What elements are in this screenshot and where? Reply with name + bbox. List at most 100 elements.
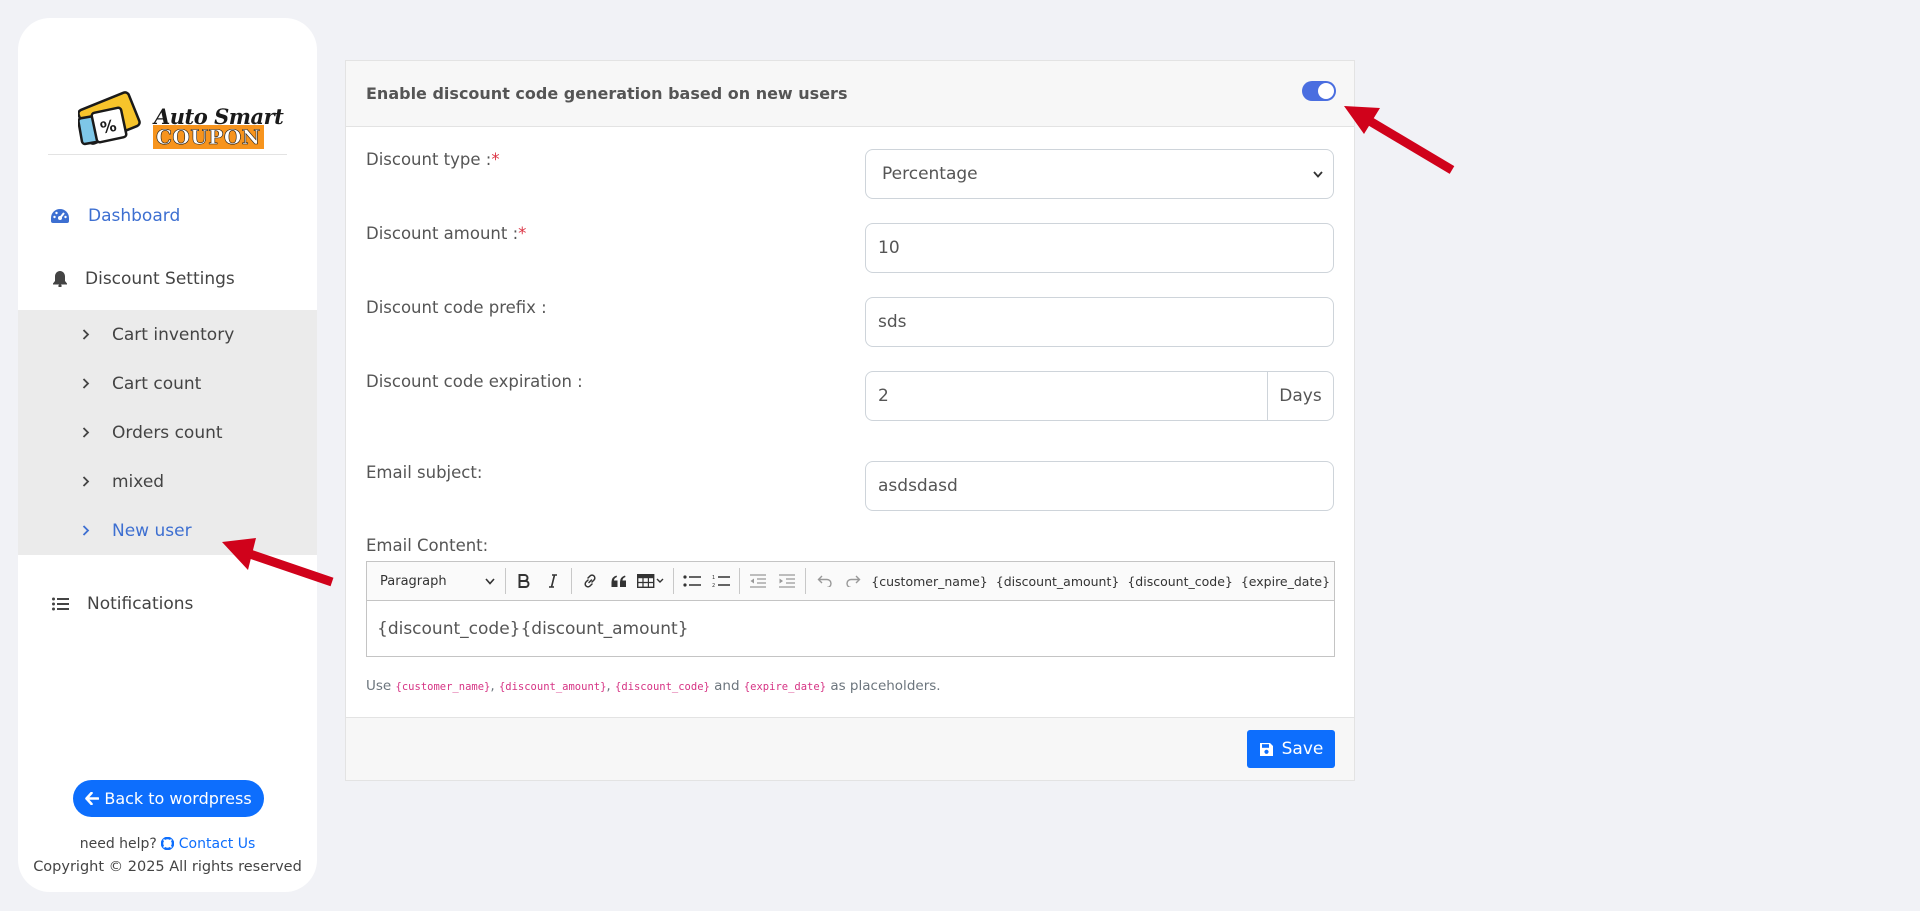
- sidebar-item-label: New user: [112, 520, 192, 541]
- indent-icon[interactable]: [773, 566, 802, 596]
- contact-us-link[interactable]: Contact Us: [161, 836, 255, 852]
- placeholder-help-text: Use {customer_name}, {discount_amount}, …: [366, 678, 941, 694]
- label-text: Discount type :: [366, 150, 492, 169]
- insert-discount-amount-button[interactable]: {discount_amount}: [992, 574, 1124, 589]
- chevron-right-icon: [82, 329, 94, 340]
- sidebar-item-label: Discount Settings: [85, 269, 235, 289]
- sidebar-item-cart-count[interactable]: Cart count: [18, 359, 317, 408]
- help-and: and: [714, 678, 740, 694]
- sidebar-item-dashboard[interactable]: Dashboard: [18, 193, 317, 239]
- label-text: Discount amount :: [366, 224, 519, 243]
- editor-toolbar: Paragraph 12 {customer_name} {discount_a…: [367, 562, 1334, 601]
- logo-text-bottom: COUPON: [153, 125, 264, 149]
- heading-value: Paragraph: [380, 573, 447, 589]
- insert-expire-date-button[interactable]: {expire_date}: [1237, 574, 1334, 589]
- days-addon: Days: [1268, 372, 1333, 420]
- card-header: Enable discount code generation based on…: [346, 61, 1354, 127]
- help-prefix: need help?: [79, 836, 157, 852]
- help-separator: ,: [490, 678, 495, 694]
- logo-divider: [48, 154, 287, 155]
- discount-settings-submenu: Cart inventory Cart count Orders count m…: [18, 310, 317, 555]
- numbered-list-icon[interactable]: 12: [707, 566, 736, 596]
- chevron-down-icon: [1313, 170, 1323, 178]
- sidebar-item-cart-inventory[interactable]: Cart inventory: [18, 310, 317, 359]
- blockquote-icon[interactable]: [605, 566, 634, 596]
- undo-icon[interactable]: [810, 566, 839, 596]
- link-icon[interactable]: [576, 566, 605, 596]
- expiration-input[interactable]: 2: [866, 372, 1268, 420]
- card-title: Enable discount code generation based on…: [366, 84, 848, 103]
- editor-content-area[interactable]: {discount_code}{discount_amount}: [367, 601, 1334, 656]
- bell-icon: [50, 269, 70, 289]
- discount-type-label: Discount type :*: [366, 150, 500, 169]
- support-icon: [161, 836, 175, 854]
- enable-toggle[interactable]: [1302, 81, 1336, 101]
- sidebar-item-label: Notifications: [87, 594, 194, 614]
- code-prefix-label: Discount code prefix :: [366, 298, 547, 317]
- brand-logo[interactable]: % Auto Smart COUPON: [78, 82, 284, 162]
- chevron-right-icon: [82, 476, 94, 487]
- discount-amount-input[interactable]: 10: [865, 223, 1334, 273]
- insert-customer-name-button[interactable]: {customer_name}: [867, 574, 991, 589]
- editor-text: {discount_code}{discount_amount}: [377, 618, 689, 639]
- chevron-right-icon: [82, 525, 94, 536]
- expiration-label: Discount code expiration :: [366, 372, 583, 391]
- coupon-logo-icon: %: [78, 91, 141, 146]
- sidebar-item-notifications[interactable]: Notifications: [18, 581, 317, 627]
- new-user-discount-card: Enable discount code generation based on…: [345, 60, 1355, 781]
- toolbar-separator: [739, 568, 741, 594]
- sidebar-item-label: Cart inventory: [112, 324, 235, 345]
- list-icon: [50, 594, 70, 614]
- required-marker: *: [518, 224, 527, 243]
- discount-amount-label: Discount amount :*: [366, 224, 526, 243]
- code-customer-name: {customer_name}: [395, 681, 491, 693]
- sidebar-item-orders-count[interactable]: Orders count: [18, 408, 317, 457]
- email-subject-input[interactable]: asdsdasd: [865, 461, 1334, 511]
- bulleted-list-icon[interactable]: [678, 566, 707, 596]
- contact-us-label: Contact Us: [178, 836, 256, 852]
- toolbar-separator: [505, 568, 507, 594]
- sidebar-item-label: Orders count: [112, 422, 223, 443]
- redo-icon[interactable]: [839, 566, 868, 596]
- arrow-left-icon: [85, 792, 100, 805]
- card-footer: Save: [346, 717, 1354, 780]
- save-label: Save: [1281, 739, 1324, 759]
- sidebar-item-discount-settings[interactable]: Discount Settings: [18, 256, 317, 302]
- chevron-right-icon: [82, 427, 94, 438]
- italic-icon[interactable]: [539, 566, 568, 596]
- chevron-right-icon: [82, 378, 94, 389]
- input-value: sds: [878, 312, 907, 332]
- code-prefix-input[interactable]: sds: [865, 297, 1334, 347]
- discount-type-select[interactable]: Percentage: [865, 149, 1334, 199]
- chevron-down-icon: [485, 577, 495, 585]
- outdent-icon[interactable]: [744, 566, 773, 596]
- required-marker: *: [491, 150, 500, 169]
- sidebar-item-label: mixed: [112, 471, 165, 492]
- svg-text:2: 2: [712, 583, 715, 588]
- sidebar-item-label: Cart count: [112, 373, 202, 394]
- save-button[interactable]: Save: [1247, 730, 1335, 768]
- sidebar-item-label: Dashboard: [88, 206, 181, 226]
- input-value: 10: [878, 238, 900, 258]
- code-discount-code: {discount_code}: [615, 681, 710, 693]
- annotation-arrow-toggle: [1344, 106, 1455, 174]
- toggle-knob: [1318, 83, 1334, 99]
- tachometer-icon: [50, 206, 70, 226]
- email-content-label: Email Content:: [366, 536, 489, 555]
- toolbar-separator: [571, 568, 573, 594]
- email-content-editor: Paragraph 12 {customer_name} {discount_a…: [366, 561, 1335, 657]
- help-separator: ,: [606, 678, 611, 694]
- bold-icon[interactable]: [510, 566, 539, 596]
- table-icon[interactable]: [633, 566, 669, 596]
- copyright-text: Copyright © 2025 All rights reserved: [33, 859, 302, 875]
- code-discount-amount: {discount_amount}: [498, 681, 607, 693]
- heading-dropdown[interactable]: Paragraph: [367, 562, 501, 600]
- insert-discount-code-button[interactable]: {discount_code}: [1123, 574, 1237, 589]
- code-expire-date: {expire_date}: [743, 681, 827, 693]
- input-value: asdsdasd: [878, 476, 958, 496]
- sidebar-item-new-user[interactable]: New user: [18, 506, 317, 555]
- back-to-wordpress-button[interactable]: Back to wordpress: [73, 780, 264, 817]
- sidebar-item-mixed[interactable]: mixed: [18, 457, 317, 506]
- svg-text:1: 1: [712, 575, 715, 581]
- help-suffix: as placeholders.: [830, 678, 941, 694]
